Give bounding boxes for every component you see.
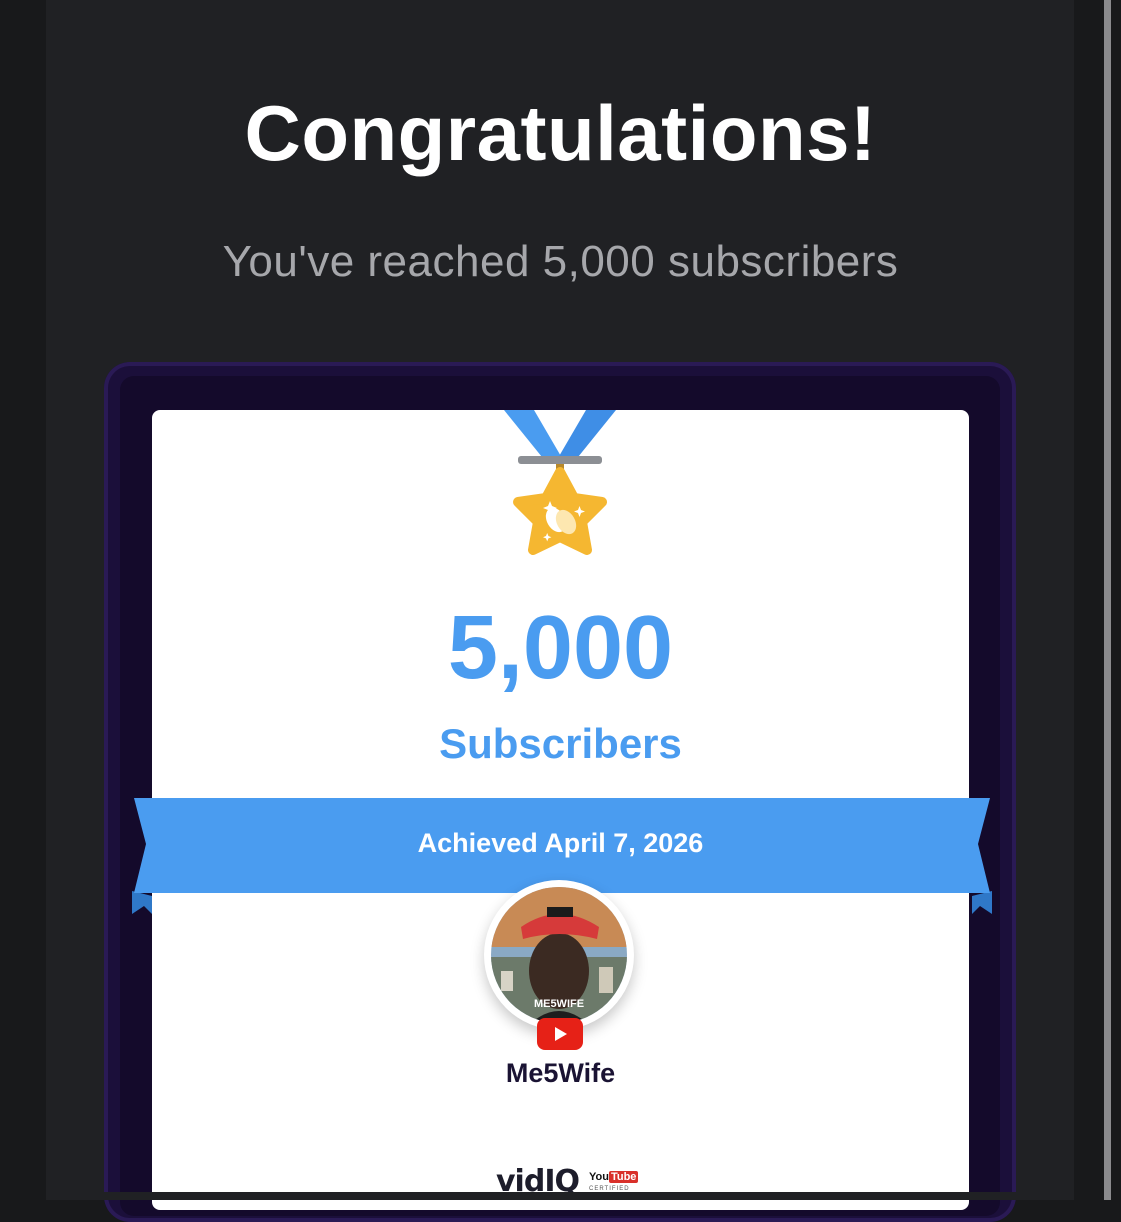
scrollbar[interactable]: [1104, 0, 1111, 1200]
youtube-logo: You Tube: [589, 1171, 639, 1183]
star-medal-clapping-hands-icon: [504, 410, 616, 555]
bottom-edge: [46, 1192, 1074, 1200]
channel-avatar: ME5WIFE: [484, 880, 634, 1030]
page-subtitle: You've reached 5,000 subscribers: [222, 237, 899, 286]
milestone-unit-label: Subscribers: [439, 720, 682, 767]
page-title: Congratulations!: [244, 89, 877, 177]
avatar-overlay-text: ME5WIFE: [534, 998, 584, 1010]
achievement-date: Achieved April 7, 2026: [417, 828, 704, 858]
youtube-play-icon: [537, 1018, 583, 1050]
channel-name: Me5Wife: [505, 1058, 616, 1088]
milestone-count: 5,000: [447, 598, 674, 698]
